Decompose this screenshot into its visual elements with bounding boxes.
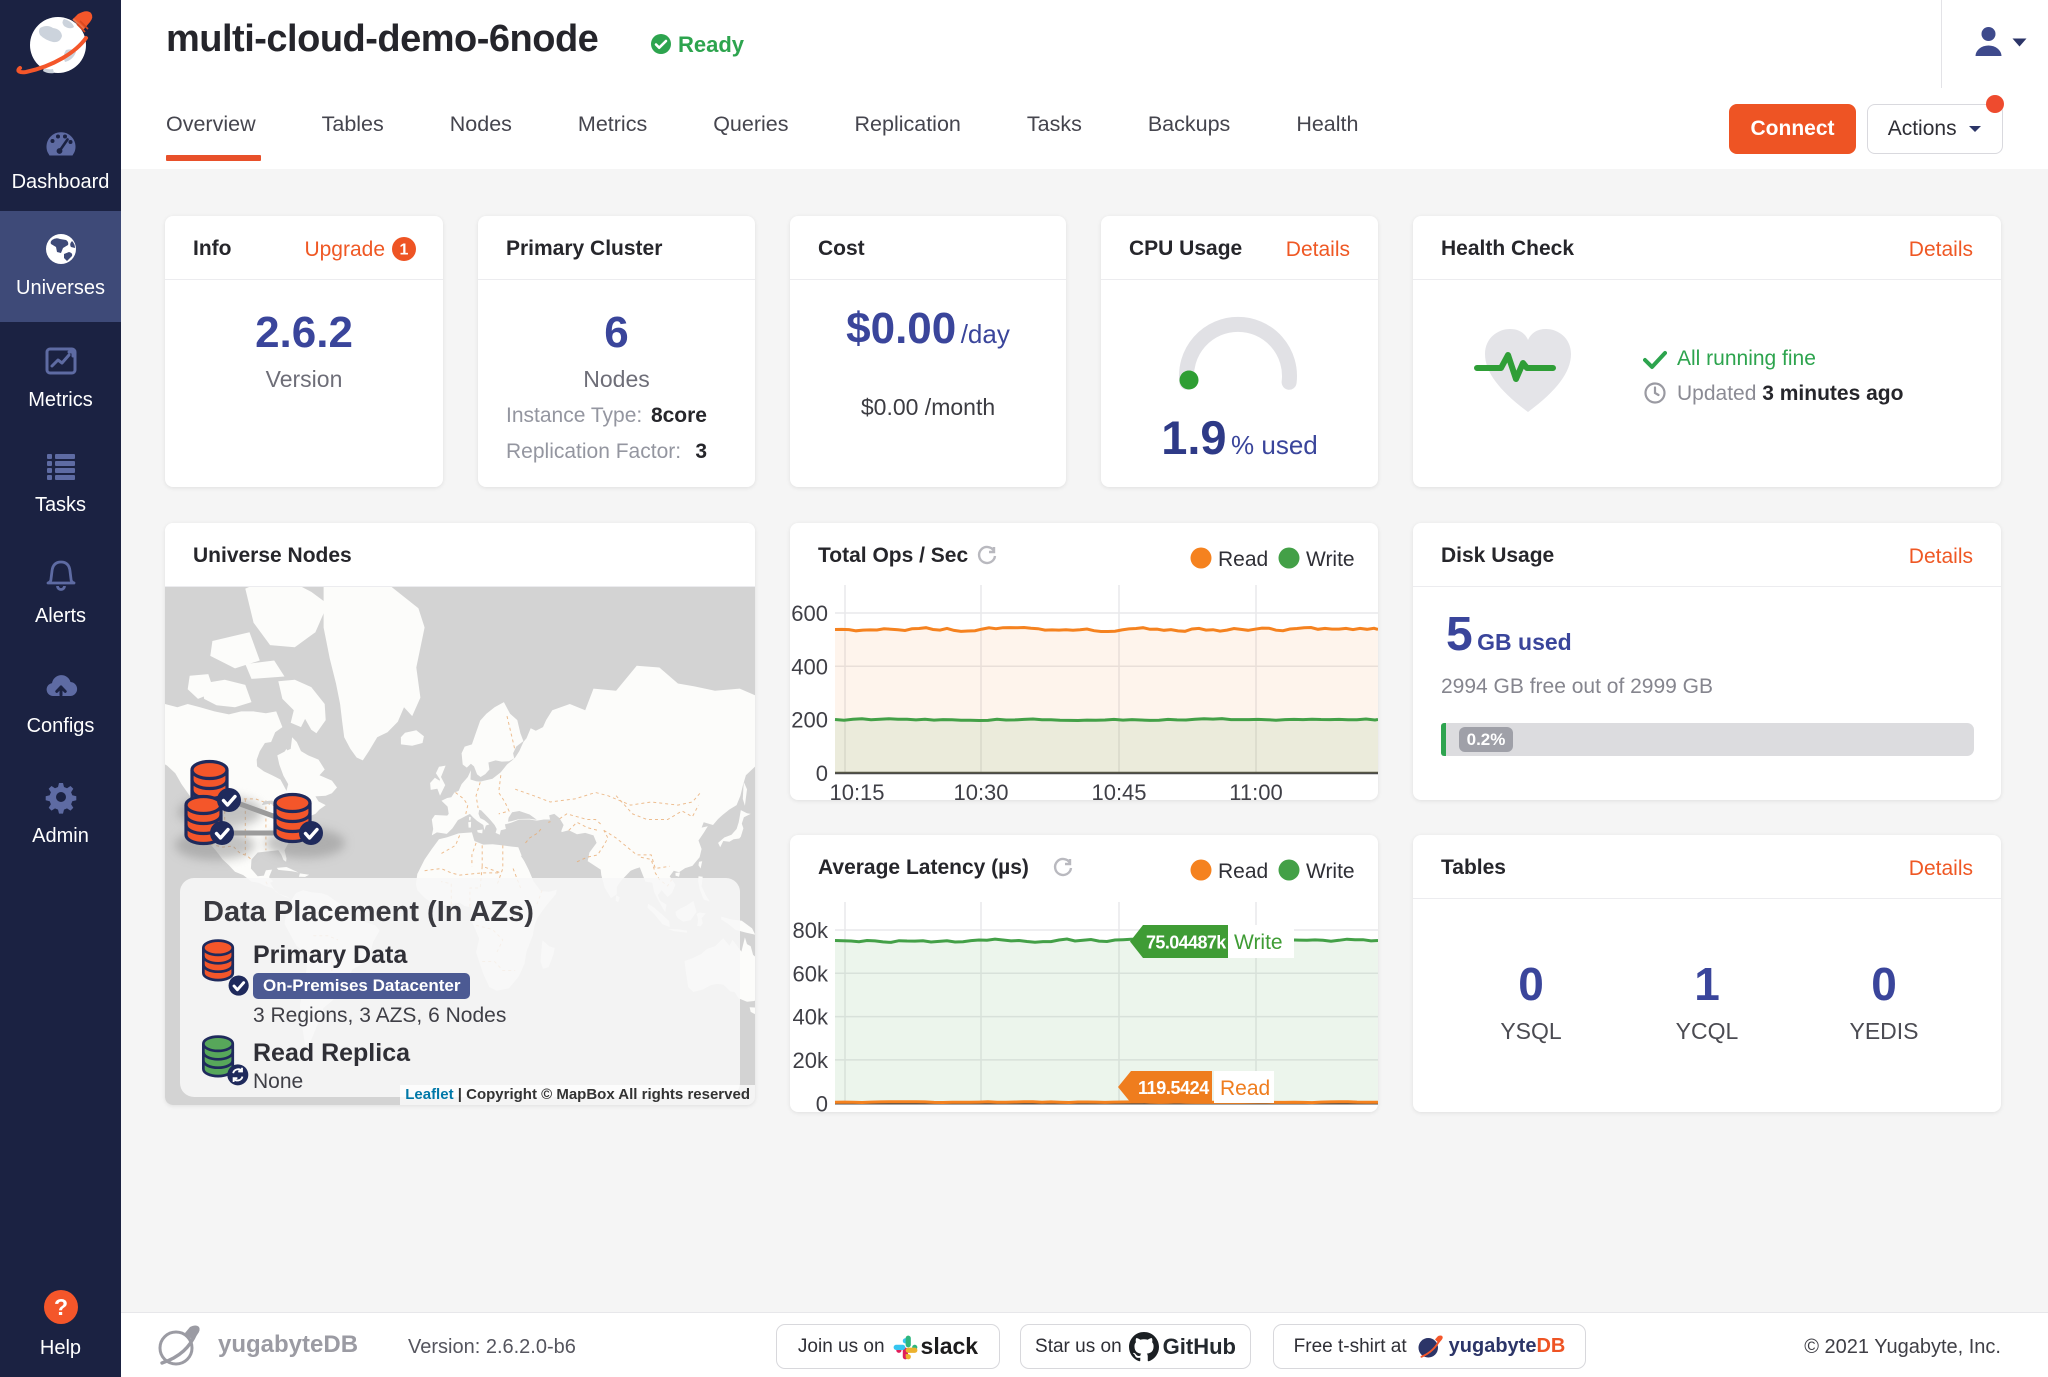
svg-text:Write: Write xyxy=(1234,931,1283,954)
svg-text:1: 1 xyxy=(400,242,409,259)
svg-text:0: 0 xyxy=(816,1091,828,1112)
svg-text:10:30: 10:30 xyxy=(953,780,1008,800)
svg-text:20k: 20k xyxy=(793,1048,829,1073)
svg-text:10:45: 10:45 xyxy=(1091,780,1146,800)
svg-text:10:15: 10:15 xyxy=(829,780,884,800)
svg-text:400: 400 xyxy=(791,654,828,679)
svg-text:?: ? xyxy=(53,1294,67,1320)
svg-text:600: 600 xyxy=(791,601,828,626)
svg-text:Read: Read xyxy=(1220,1077,1270,1100)
svg-text:10:15: 10:15 xyxy=(829,1110,884,1112)
svg-text:10:30: 10:30 xyxy=(953,1110,1008,1112)
svg-text:10:45: 10:45 xyxy=(1091,1110,1146,1112)
svg-text:80k: 80k xyxy=(793,918,829,943)
svg-text:119.5424: 119.5424 xyxy=(1138,1078,1209,1098)
svg-text:0: 0 xyxy=(816,761,828,786)
svg-text:11:00: 11:00 xyxy=(1229,1110,1282,1112)
svg-text:75.04487k: 75.04487k xyxy=(1146,933,1227,953)
svg-text:11:00: 11:00 xyxy=(1229,780,1282,800)
svg-text:60k: 60k xyxy=(793,961,829,986)
svg-text:200: 200 xyxy=(791,708,828,733)
svg-text:40k: 40k xyxy=(793,1005,829,1030)
